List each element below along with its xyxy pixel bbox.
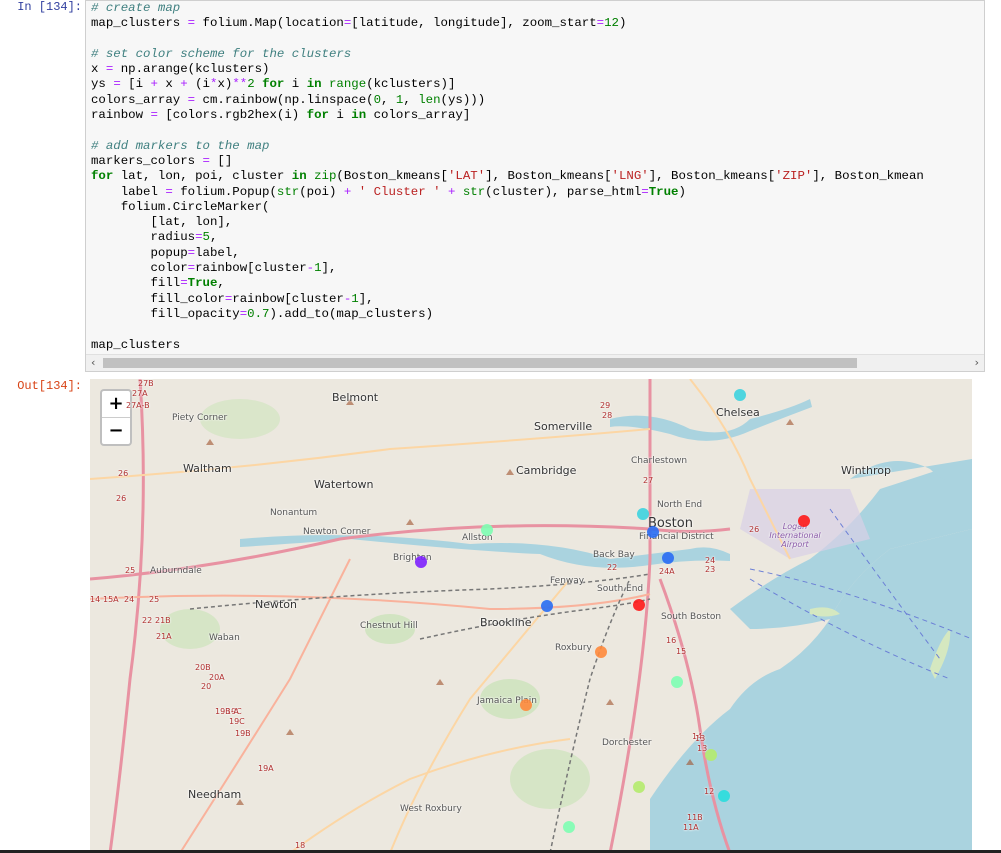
route-label: 23 <box>705 565 716 574</box>
route-label: 19B-A <box>215 707 239 716</box>
cluster-marker[interactable] <box>633 599 645 611</box>
cluster-marker[interactable] <box>563 821 575 833</box>
route-label: 27 <box>643 476 654 485</box>
place-label: South End <box>597 584 644 594</box>
route-label: 25 <box>149 595 160 604</box>
cluster-marker[interactable] <box>415 556 427 568</box>
cluster-marker[interactable] <box>662 552 674 564</box>
folium-map[interactable]: + − Belmont Somerville Chelsea Piety Cor… <box>90 379 972 853</box>
output-prompt: Out[134]: <box>17 379 82 393</box>
route-label: 24 <box>705 556 716 565</box>
route-label: 24A <box>659 567 675 576</box>
cluster-marker[interactable] <box>633 781 645 793</box>
route-label: 12 <box>704 787 715 796</box>
route-label: 25 <box>125 566 136 575</box>
route-label: 19B <box>235 729 251 738</box>
route-label: 20 <box>201 682 212 691</box>
place-label: Newton <box>255 598 298 611</box>
cluster-marker[interactable] <box>481 524 493 536</box>
code-cell[interactable]: # create map map_clusters = folium.Map(l… <box>85 0 985 372</box>
scroll-right-icon[interactable]: › <box>975 355 979 371</box>
place-label: Fenway <box>550 576 585 586</box>
route-label: 18 <box>295 841 306 850</box>
route-label: 26 <box>749 525 760 534</box>
place-label: Cambridge <box>516 464 577 477</box>
cluster-marker[interactable] <box>647 526 659 538</box>
place-label: Watertown <box>314 478 374 491</box>
place-label: Brookline <box>480 616 532 629</box>
route-label: 15 <box>676 647 687 656</box>
cluster-marker[interactable] <box>798 515 810 527</box>
route-label: 26 <box>116 494 127 503</box>
scroll-left-icon[interactable]: ‹ <box>91 355 95 371</box>
route-label: 29 <box>600 401 611 410</box>
place-label: Winthrop <box>841 464 891 477</box>
route-label: 14 <box>90 595 101 604</box>
place-label: North End <box>657 500 703 510</box>
cluster-marker[interactable] <box>541 600 553 612</box>
code-editor[interactable]: # create map map_clusters = folium.Map(l… <box>91 1 924 353</box>
cluster-marker[interactable] <box>734 389 746 401</box>
route-label: 20A <box>209 673 225 682</box>
zoom-control: + − <box>100 389 132 446</box>
route-label: 11B <box>687 813 703 822</box>
route-label: 28 <box>602 411 613 420</box>
input-prompt: In [134]: <box>17 0 82 14</box>
place-label: Roxbury <box>555 643 592 653</box>
place-label: Auburndale <box>150 566 202 576</box>
place-label: Nonantum <box>270 508 318 518</box>
route-label: 21A <box>156 632 172 641</box>
route-label: 11A <box>683 823 699 832</box>
place-label: Belmont <box>332 391 379 404</box>
place-label: Dorchester <box>602 738 652 748</box>
route-label: 19C <box>229 717 245 726</box>
place-label: Somerville <box>534 420 593 433</box>
route-label: 27A-B <box>126 401 150 410</box>
zoom-out-button[interactable]: − <box>102 418 130 444</box>
horizontal-scrollbar[interactable]: ‹ › <box>86 354 984 371</box>
cluster-marker[interactable] <box>520 699 532 711</box>
route-label: 13 <box>695 734 706 743</box>
place-label: Piety Corner <box>172 413 228 423</box>
cluster-marker[interactable] <box>718 790 730 802</box>
place-label: Chestnut Hill <box>360 621 418 631</box>
airport-label: Logan International Airport <box>769 522 821 549</box>
cluster-marker[interactable] <box>637 508 649 520</box>
route-label: 16 <box>666 636 677 645</box>
route-label: 19A <box>258 764 274 773</box>
cluster-marker[interactable] <box>595 646 607 658</box>
place-label: South Boston <box>661 612 722 622</box>
route-label: 27B <box>138 379 154 388</box>
route-label: 24 <box>124 595 135 604</box>
cluster-marker[interactable] <box>705 749 717 761</box>
route-label: 20B <box>195 663 211 672</box>
route-label: 27A <box>132 389 148 398</box>
place-label: Chelsea <box>716 406 760 419</box>
place-label: Newton Corner <box>303 527 371 537</box>
place-label: Needham <box>188 788 242 801</box>
scrollbar-thumb[interactable] <box>103 358 857 368</box>
place-label: Charlestown <box>631 456 688 466</box>
route-label: 22 <box>607 563 618 572</box>
place-label: West Roxbury <box>400 804 462 814</box>
place-label: Waltham <box>183 462 232 475</box>
route-label: 21B <box>155 616 171 625</box>
route-label: 26 <box>118 469 129 478</box>
route-label: 22 <box>142 616 153 625</box>
place-label: Waban <box>209 633 240 643</box>
route-label: 15A <box>103 595 119 604</box>
cluster-marker[interactable] <box>671 676 683 688</box>
place-label: Back Bay <box>593 550 635 560</box>
